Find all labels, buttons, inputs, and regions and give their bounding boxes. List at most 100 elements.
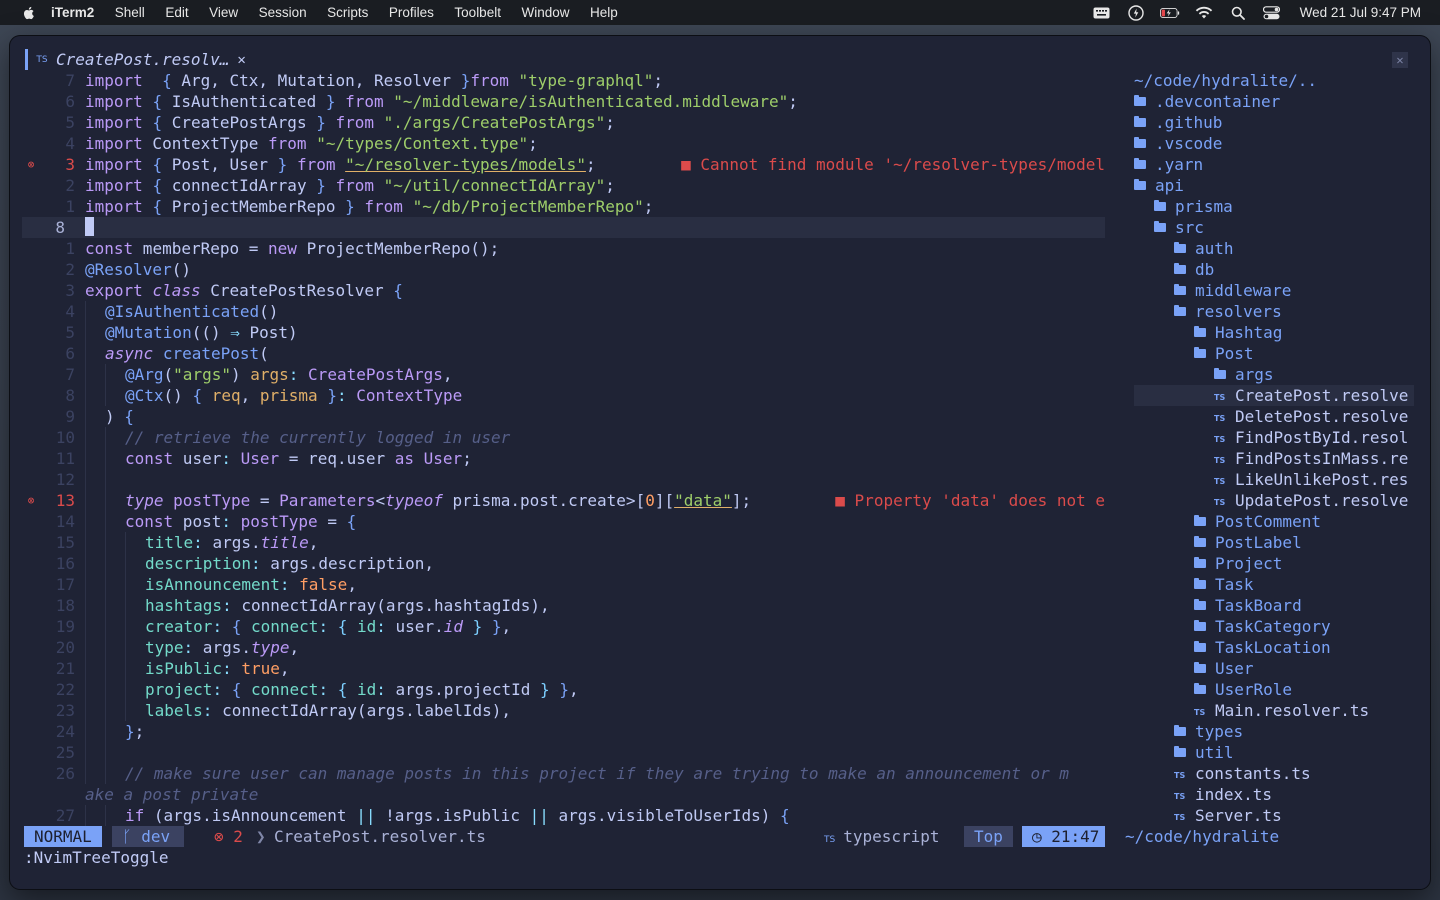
code-line[interactable]: 15 title: args.title, bbox=[22, 532, 1105, 553]
tree-folder[interactable]: args bbox=[1134, 364, 1414, 385]
code-token: connectIdArray bbox=[162, 176, 317, 195]
tree-folder[interactable]: Post bbox=[1134, 343, 1414, 364]
menu-edit[interactable]: Edit bbox=[165, 5, 188, 20]
code-line[interactable]: 10 // retrieve the currently logged in us… bbox=[22, 427, 1105, 448]
tree-folder[interactable]: Hashtag bbox=[1134, 322, 1414, 343]
tree-folder[interactable]: .devcontainer bbox=[1134, 91, 1414, 112]
code-line[interactable]: 6 import { IsAuthenticated } from "~/midd… bbox=[22, 91, 1105, 112]
code-line[interactable]: 12 bbox=[22, 469, 1105, 490]
tree-folder[interactable]: .vscode bbox=[1134, 133, 1414, 154]
code-line[interactable]: 24}; bbox=[22, 721, 1105, 742]
menubar-clock[interactable]: Wed 21 Jul 9:47 PM bbox=[1300, 5, 1421, 20]
battery-charging-icon[interactable] bbox=[1159, 5, 1180, 21]
tree-folder[interactable]: auth bbox=[1134, 238, 1414, 259]
code-line[interactable]: 2 @Resolver() bbox=[22, 259, 1105, 280]
code-line[interactable]: 4 import ContextType from "~/types/Contex… bbox=[22, 133, 1105, 154]
code-line[interactable]: 11 const user: User = req.user as User; bbox=[22, 448, 1105, 469]
code-line[interactable]: 14 const post: postType = { bbox=[22, 511, 1105, 532]
menu-view[interactable]: View bbox=[209, 5, 238, 20]
tree-folder[interactable]: Project bbox=[1134, 553, 1414, 574]
tree-root-path[interactable]: ~/code/hydralite/.. bbox=[1134, 70, 1414, 91]
code-line[interactable]: 21 isPublic: true, bbox=[22, 658, 1105, 679]
code-line[interactable]: 25 bbox=[22, 742, 1105, 763]
code-line[interactable]: 20 type: args.type, bbox=[22, 637, 1105, 658]
tree-file[interactable]: TS Main.resolver.ts bbox=[1134, 700, 1414, 721]
tree-file[interactable]: TS FindPostsInMass.re bbox=[1134, 448, 1414, 469]
tree-folder[interactable]: db bbox=[1134, 259, 1414, 280]
tree-folder[interactable]: types bbox=[1134, 721, 1414, 742]
tree-folder[interactable]: resolvers bbox=[1134, 301, 1414, 322]
tree-folder[interactable]: TaskLocation bbox=[1134, 637, 1414, 658]
code-line[interactable]: 7 @Arg("args") args: CreatePostArgs, bbox=[22, 364, 1105, 385]
command-line[interactable]: :NvimTreeToggle bbox=[24, 847, 1414, 868]
code-line[interactable]: 5 @Mutation(() ⇒ Post) bbox=[22, 322, 1105, 343]
tree-file[interactable]: TS DeletePost.resolve bbox=[1134, 406, 1414, 427]
tree-folder[interactable]: TaskBoard bbox=[1134, 595, 1414, 616]
code-line[interactable]: 5 import { CreatePostArgs } from "./args/… bbox=[22, 112, 1105, 133]
tree-folder[interactable]: TaskCategory bbox=[1134, 616, 1414, 637]
keyboard-icon[interactable] bbox=[1092, 5, 1112, 21]
apple-icon[interactable] bbox=[21, 5, 37, 21]
tree-file[interactable]: TS FindPostById.resol bbox=[1134, 427, 1414, 448]
code-line[interactable]: 26 // make sure user can manage posts in … bbox=[22, 763, 1105, 784]
tree-file[interactable]: TS constants.ts bbox=[1134, 763, 1414, 784]
tree-folder[interactable]: src bbox=[1134, 217, 1414, 238]
code-line[interactable]: 18 hashtags: connectIdArray(args.hashtagI… bbox=[22, 595, 1105, 616]
power-icon[interactable] bbox=[1126, 4, 1146, 21]
code-line[interactable]: ⊗ 3 import { Post, User } from "~/resolver… bbox=[22, 154, 1105, 175]
code-line[interactable]: 27 if (args.isAnnouncement || !args.isPub… bbox=[22, 805, 1105, 826]
code-line[interactable]: 2 import { connectIdArray } from "~/util/… bbox=[22, 175, 1105, 196]
code-line[interactable]: 7 import { Arg, Ctx, Mutation, Resolver }… bbox=[22, 70, 1105, 91]
tree-file[interactable]: TS CreatePost.resolve bbox=[1134, 385, 1414, 406]
code-line[interactable]: 4 @IsAuthenticated() bbox=[22, 301, 1105, 322]
menu-scripts[interactable]: Scripts bbox=[327, 5, 368, 20]
close-icon[interactable]: ✕ bbox=[237, 52, 245, 68]
code-line[interactable]: 19 creator: { connect: { id: user.id } }, bbox=[22, 616, 1105, 637]
tree-file[interactable]: TS LikeUnlikePost.res bbox=[1134, 469, 1414, 490]
tree-folder[interactable]: User bbox=[1134, 658, 1414, 679]
menu-app-name[interactable]: iTerm2 bbox=[51, 5, 94, 20]
menu-toolbelt[interactable]: Toolbelt bbox=[454, 5, 501, 20]
code-line[interactable]: 17 isAnnouncement: false, bbox=[22, 574, 1105, 595]
diagnostic-error-count[interactable]: ⊗ 2 bbox=[214, 826, 243, 847]
tree-file[interactable]: TS Server.ts bbox=[1134, 805, 1414, 826]
search-icon[interactable] bbox=[1228, 5, 1248, 21]
control-center-icon[interactable] bbox=[1262, 5, 1282, 21]
code-line[interactable]: 16 description: args.description, bbox=[22, 553, 1105, 574]
tree-file[interactable]: TS UpdatePost.resolve bbox=[1134, 490, 1414, 511]
menu-shell[interactable]: Shell bbox=[115, 5, 145, 20]
code-editor[interactable]: 7 import { Arg, Ctx, Mutation, Resolver }… bbox=[22, 70, 1105, 826]
code-line[interactable]: 1 import { ProjectMemberRepo } from "~/db… bbox=[22, 196, 1105, 217]
menu-session[interactable]: Session bbox=[259, 5, 307, 20]
tree-folder[interactable]: api bbox=[1134, 175, 1414, 196]
code-line[interactable]: 22 project: { connect: { id: args.project… bbox=[22, 679, 1105, 700]
code-line[interactable]: 23 labels: connectIdArray(args.labelIds), bbox=[22, 700, 1105, 721]
tree-folder[interactable]: PostLabel bbox=[1134, 532, 1414, 553]
code-line[interactable]: 8 @Ctx() { req, prisma }: ContextType bbox=[22, 385, 1105, 406]
code-line[interactable]: ake a post private bbox=[22, 784, 1105, 805]
tree-folder[interactable]: .yarn bbox=[1134, 154, 1414, 175]
tree-folder[interactable]: PostComment bbox=[1134, 511, 1414, 532]
buffer-tab-createpost[interactable]: TS CreatePost.resolv… ✕ bbox=[25, 49, 265, 70]
tree-folder[interactable]: Task bbox=[1134, 574, 1414, 595]
wifi-icon[interactable] bbox=[1194, 5, 1214, 21]
code-line[interactable]: 1 const memberRepo = new ProjectMemberRep… bbox=[22, 238, 1105, 259]
tree-file[interactable]: TS index.ts bbox=[1134, 784, 1414, 805]
menu-profiles[interactable]: Profiles bbox=[389, 5, 434, 20]
tree-folder[interactable]: prisma bbox=[1134, 196, 1414, 217]
tree-folder[interactable]: .github bbox=[1134, 112, 1414, 133]
tree-folder[interactable]: UserRole bbox=[1134, 679, 1414, 700]
code-line[interactable]: 6 async createPost( bbox=[22, 343, 1105, 364]
code-line[interactable]: ⊗ 13 type postType = Parameters<typeof pri… bbox=[22, 490, 1105, 511]
menu-window[interactable]: Window bbox=[521, 5, 569, 20]
code-line[interactable]: 8 bbox=[22, 217, 1105, 238]
file-tree[interactable]: ~/code/hydralite/.. .devcontainer .github.… bbox=[1134, 70, 1414, 826]
close-all-button[interactable]: ✕ bbox=[1392, 52, 1408, 68]
menu-help[interactable]: Help bbox=[590, 5, 618, 20]
tree-folder[interactable]: middleware bbox=[1134, 280, 1414, 301]
code-line[interactable]: 3 export class CreatePostResolver { bbox=[22, 280, 1105, 301]
code-line[interactable]: 9) { bbox=[22, 406, 1105, 427]
tree-folder[interactable]: util bbox=[1134, 742, 1414, 763]
code-text: const post: postType = { bbox=[85, 511, 356, 532]
